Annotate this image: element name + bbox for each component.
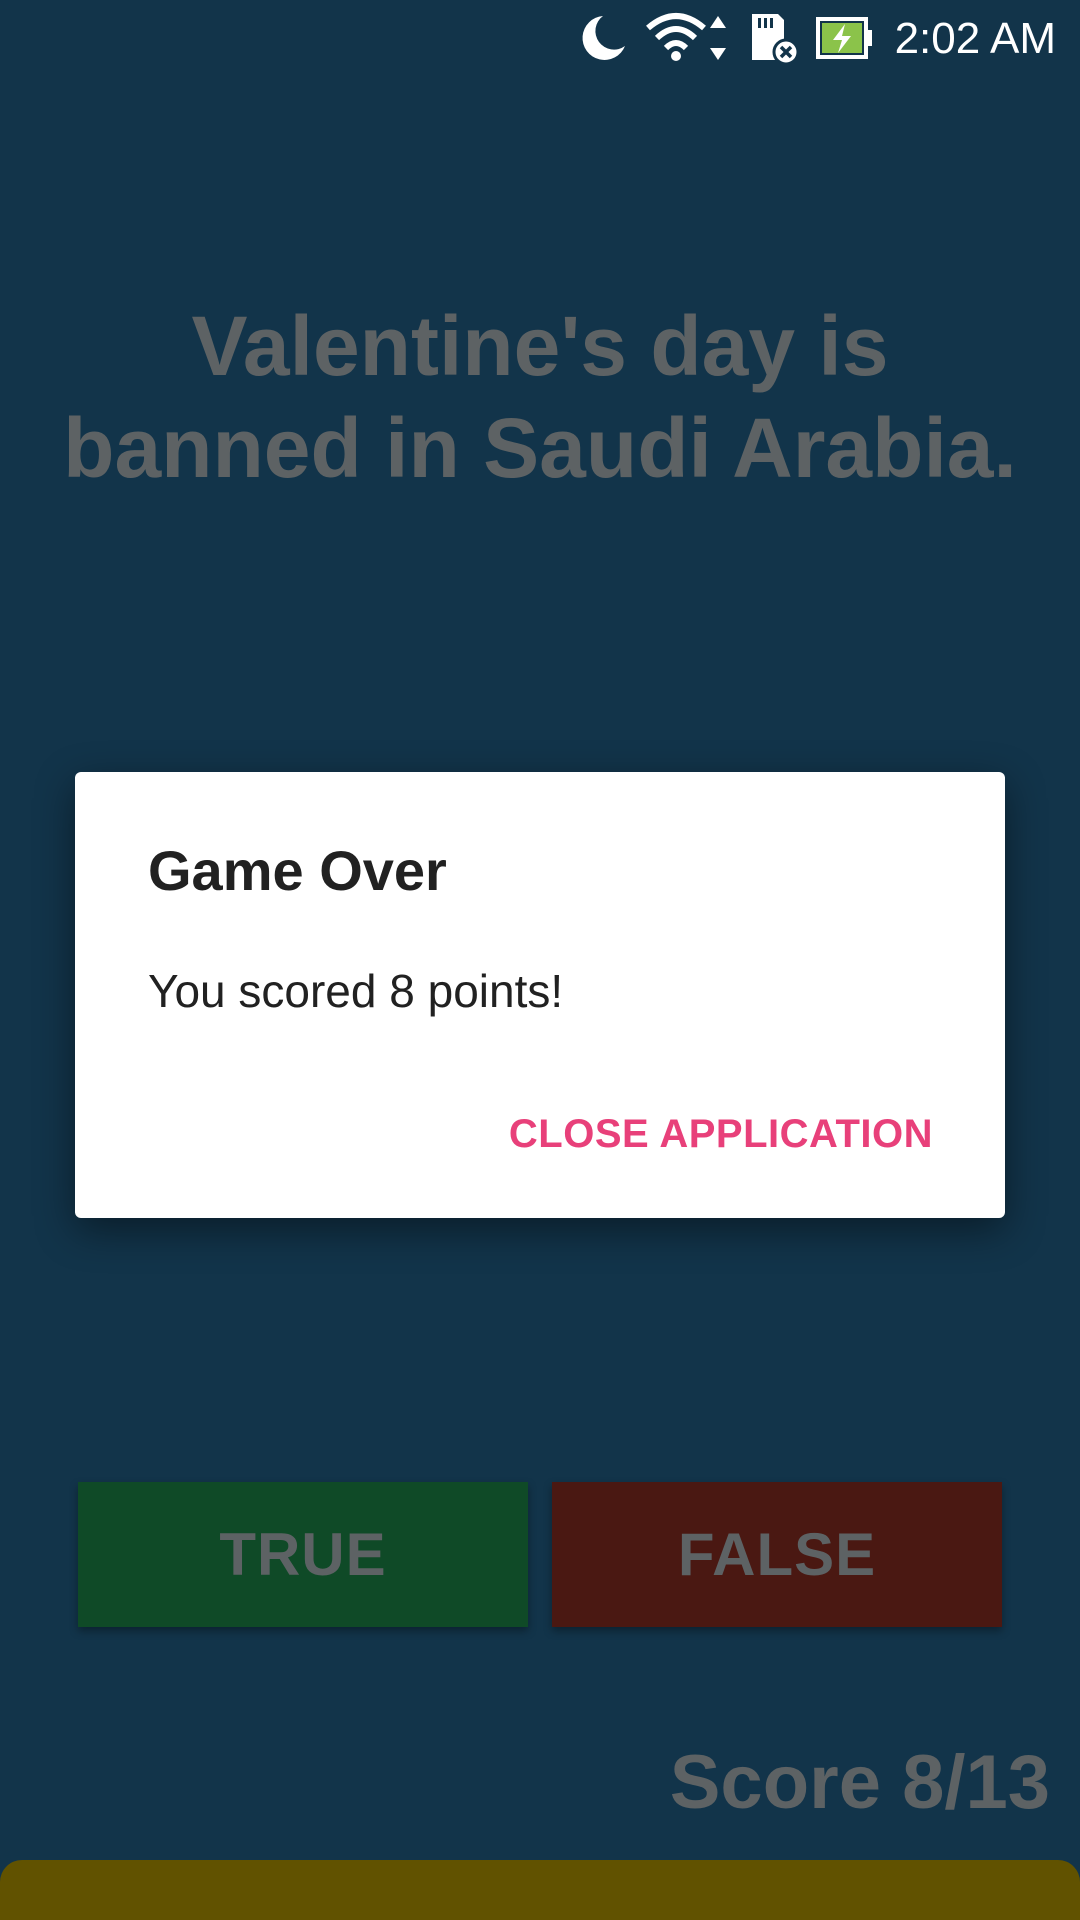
status-time: 2:02 AM	[894, 14, 1056, 63]
score-text: Score 8/13	[669, 1740, 1050, 1825]
app-screen: 2:02 AM Valentine's day is banned in Sau…	[0, 0, 1080, 1920]
dialog-message: You scored 8 points!	[148, 965, 564, 1017]
dialog-title: Game Over	[148, 839, 447, 902]
progress-bar	[0, 1860, 1080, 1920]
question-text: Valentine's day is banned in Saudi Arabi…	[63, 299, 1017, 495]
true-button[interactable]: TRUE	[78, 1482, 528, 1627]
status-bar: 2:02 AM	[0, 0, 1080, 78]
sd-card-icon	[752, 14, 800, 66]
false-button[interactable]: FALSE	[552, 1482, 1002, 1627]
battery-charging-icon	[816, 17, 872, 59]
wifi-icon	[646, 13, 726, 61]
close-application-button[interactable]: CLOSE APPLICATION	[509, 1108, 933, 1160]
game-over-dialog: Game Over You scored 8 points! CLOSE APP…	[75, 772, 1005, 1218]
moon-icon	[582, 16, 625, 60]
